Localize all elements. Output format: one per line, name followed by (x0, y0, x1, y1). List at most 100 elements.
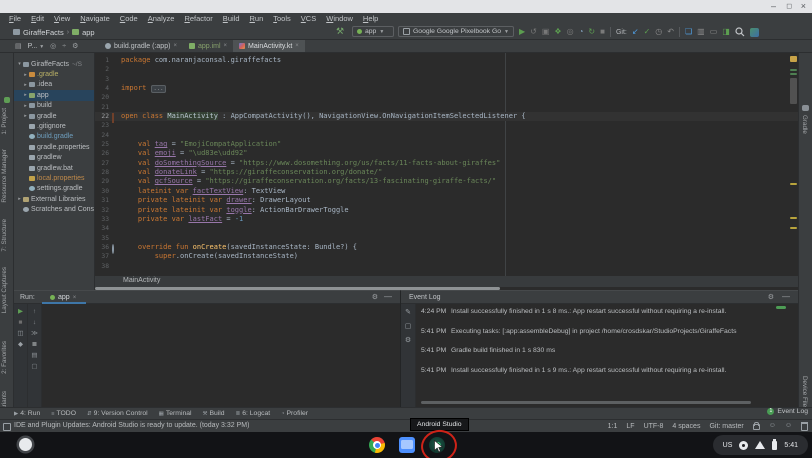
menu-edit[interactable]: Edit (26, 13, 49, 24)
code-line-36[interactable]: 36 override fun onCreate(savedInstanceSt… (95, 243, 798, 252)
layout-inspector-icon[interactable]: ▥ (697, 24, 705, 40)
tool-window-button-6-logcat[interactable]: ≣6: Logcat (236, 410, 271, 417)
scrollbar-thumb[interactable] (790, 78, 797, 104)
tree-item-build-gradle[interactable]: build.gradle (14, 132, 94, 142)
tree-item-giraffefacts[interactable]: ▾GiraffeFacts~/S (14, 59, 94, 69)
apply-changes-icon[interactable]: ↻ (588, 24, 595, 40)
code-line-31[interactable]: 31 private lateinit var drawer: DrawerLa… (95, 196, 798, 205)
apply-code-changes-icon[interactable]: ▣ (542, 24, 550, 40)
code-line-28[interactable]: 28 val donateLink = "https://giraffecons… (95, 168, 798, 177)
run-icon[interactable]: ▶ (519, 24, 525, 40)
menu-refactor[interactable]: Refactor (179, 13, 217, 24)
menu-vcs[interactable]: VCS (296, 13, 321, 24)
notifications-icon[interactable] (801, 422, 808, 431)
debug-icon[interactable]: ❖ (554, 24, 561, 40)
expand-arrow[interactable]: ▸ (22, 113, 29, 119)
tab-build-gradle-app-[interactable]: build.gradle (:app)× (99, 40, 183, 52)
event-log-entry[interactable]: 4:24 PMInstall successfully finished in … (421, 308, 794, 315)
code-line-25[interactable]: 25 val tag = "EmojiCompatApplication" (95, 140, 798, 149)
stripe-item-resource-manager[interactable]: Resource Manager (1, 149, 8, 203)
git-branch-widget[interactable]: Git: master (709, 423, 743, 430)
search-everywhere-icon[interactable] (735, 27, 745, 37)
clear-icon[interactable]: ▢ (405, 323, 412, 330)
code-line-3[interactable]: 3 (95, 75, 798, 84)
run-configuration-selector[interactable]: app ▼ (352, 26, 394, 37)
menu-navigate[interactable]: Navigate (75, 13, 115, 24)
tree-item-gradlew[interactable]: gradlew (14, 153, 94, 163)
expand-arrow[interactable]: ▸ (22, 103, 29, 109)
menu-run[interactable]: Run (245, 13, 269, 24)
event-log-entry[interactable]: 5:41 PMInstall successfully finished in … (421, 367, 794, 374)
tree-item-gradle[interactable]: ▸gradle (14, 111, 94, 121)
status-message[interactable]: IDE and Plugin Updates: Android Studio i… (14, 422, 249, 429)
error-stripe[interactable] (789, 53, 798, 276)
expand-arrow[interactable]: ▾ (16, 61, 23, 67)
tree-item-app[interactable]: ▸app (14, 90, 94, 100)
device-file-explorer-icon[interactable]: ❏ (685, 24, 692, 40)
code-line-37[interactable]: 37 super.onCreate(savedInstanceState) (95, 252, 798, 261)
expand-arrow[interactable]: ▸ (22, 72, 29, 78)
up-stack-trace-icon[interactable]: ↑ (33, 308, 36, 315)
stripe-item-layout-captures[interactable]: Layout Captures (1, 267, 8, 313)
window-minimize-button[interactable]: – (771, 0, 776, 13)
event-log-entry[interactable]: 5:41 PMGradle build finished in 1 s 830 … (421, 347, 794, 354)
settings-wrench-icon[interactable]: ⚙ (405, 337, 411, 344)
system-tray[interactable]: US 5:41 (713, 435, 808, 455)
close-icon[interactable]: × (295, 43, 299, 49)
breadcrumb-module[interactable]: app (82, 28, 95, 37)
rerun-icon[interactable]: ▶ (18, 308, 23, 315)
breadcrumb-class[interactable]: MainActivity (123, 277, 160, 284)
mark-read-icon[interactable]: ✎ (405, 309, 411, 316)
code-line-26[interactable]: 26 val emoji = "\ud83e\udd92" (95, 149, 798, 158)
code-line-4[interactable]: 4import ... (95, 84, 798, 93)
tool-window-button-todo[interactable]: ≡TODO (51, 410, 76, 417)
tool-window-button-4-run[interactable]: ▶4: Run (14, 410, 40, 417)
tool-window-button-terminal[interactable]: ▦Terminal (159, 410, 192, 417)
feedback-smiley-icon[interactable]: ☺ (785, 420, 792, 432)
event-log-hscrollbar[interactable] (421, 401, 751, 404)
device-selector[interactable]: Google Google Pixelbook Go ▼ (398, 26, 514, 37)
close-icon[interactable]: × (224, 43, 228, 49)
encoding-widget[interactable]: UTF-8 (644, 423, 664, 430)
code-line-22[interactable]: 22open class MainActivity : AppCompatAct… (95, 112, 798, 121)
restore-layout-icon[interactable]: ◫ (17, 330, 23, 337)
code-line-27[interactable]: 27 val doSomethingSource = "https://www.… (95, 159, 798, 168)
lock-icon[interactable] (753, 424, 760, 430)
whats-new-icon[interactable] (750, 28, 759, 37)
menu-code[interactable]: Code (115, 13, 143, 24)
close-icon[interactable]: × (73, 295, 77, 301)
event-log-entry[interactable]: 5:41 PMExecuting tasks: [:app:assembleDe… (421, 328, 794, 335)
soft-wrap-icon[interactable]: ≫ (31, 330, 38, 337)
menu-file[interactable]: File (4, 13, 26, 24)
code-line-32[interactable]: 32 private lateinit var toggle: ActionBa… (95, 206, 798, 215)
tree-item-external-libraries[interactable]: ▸External Libraries (14, 194, 94, 204)
menu-help[interactable]: Help (358, 13, 383, 24)
tree-item-gradlew-bat[interactable]: gradlew.bat (14, 163, 94, 173)
scroll-to-end-icon[interactable]: ≣ (32, 341, 37, 348)
tool-window-button-profiler[interactable]: ◔Profiler (281, 410, 308, 417)
menu-tools[interactable]: Tools (268, 13, 296, 24)
menu-window[interactable]: Window (321, 13, 358, 24)
line-separator-widget[interactable]: LF (626, 423, 634, 430)
tool-window-button-build[interactable]: ⚒Build (203, 410, 225, 417)
stop-icon[interactable]: ■ (600, 24, 605, 40)
apply-changes-restart-icon[interactable]: ↺ (530, 24, 537, 40)
highlighting-level-icon[interactable]: ☺ (769, 420, 776, 432)
tree-item-scratches-and-consoles[interactable]: Scratches and Consoles (14, 204, 94, 214)
tool-window-button-event-log[interactable]: 1 Event Log (767, 408, 808, 415)
profiler-icon[interactable]: ◔ (579, 24, 584, 40)
code-line-33[interactable]: 33 private var lastFact = -1 (95, 215, 798, 224)
code-line-1[interactable]: 1package com.naranjaconsal.giraffefacts (95, 56, 798, 65)
tree-item-build[interactable]: ▸build (14, 101, 94, 111)
locate-file-icon[interactable]: ◎ (50, 42, 56, 50)
attach-debugger-icon[interactable]: ◎ (567, 24, 574, 40)
gear-icon[interactable]: ⚙ (372, 293, 378, 301)
code-line-24[interactable]: 24 (95, 131, 798, 140)
expand-arrow[interactable]: ▸ (22, 82, 29, 88)
window-restore-button[interactable]: ◻ (786, 0, 792, 13)
tool-window-button-9-version-control[interactable]: ⇵9: Version Control (87, 410, 148, 417)
expand-arrow[interactable]: ▸ (22, 92, 29, 98)
down-stack-trace-icon[interactable]: ↓ (33, 319, 36, 326)
code-line-20[interactable]: 20 (95, 93, 798, 102)
pin-tab-icon[interactable]: ◆ (18, 341, 23, 348)
